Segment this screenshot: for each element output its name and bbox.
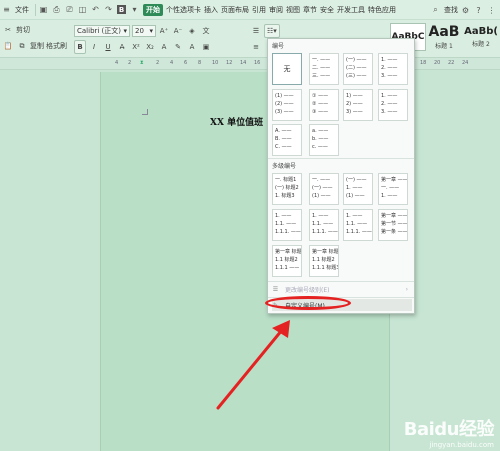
- pointer-arrow-icon: [216, 320, 290, 410]
- watermark: Baidu经验 jingyan.baidu.com: [403, 415, 495, 449]
- watermark-logo: Baidu经验: [403, 419, 495, 440]
- watermark-url: jingyan.baidu.com: [429, 441, 494, 449]
